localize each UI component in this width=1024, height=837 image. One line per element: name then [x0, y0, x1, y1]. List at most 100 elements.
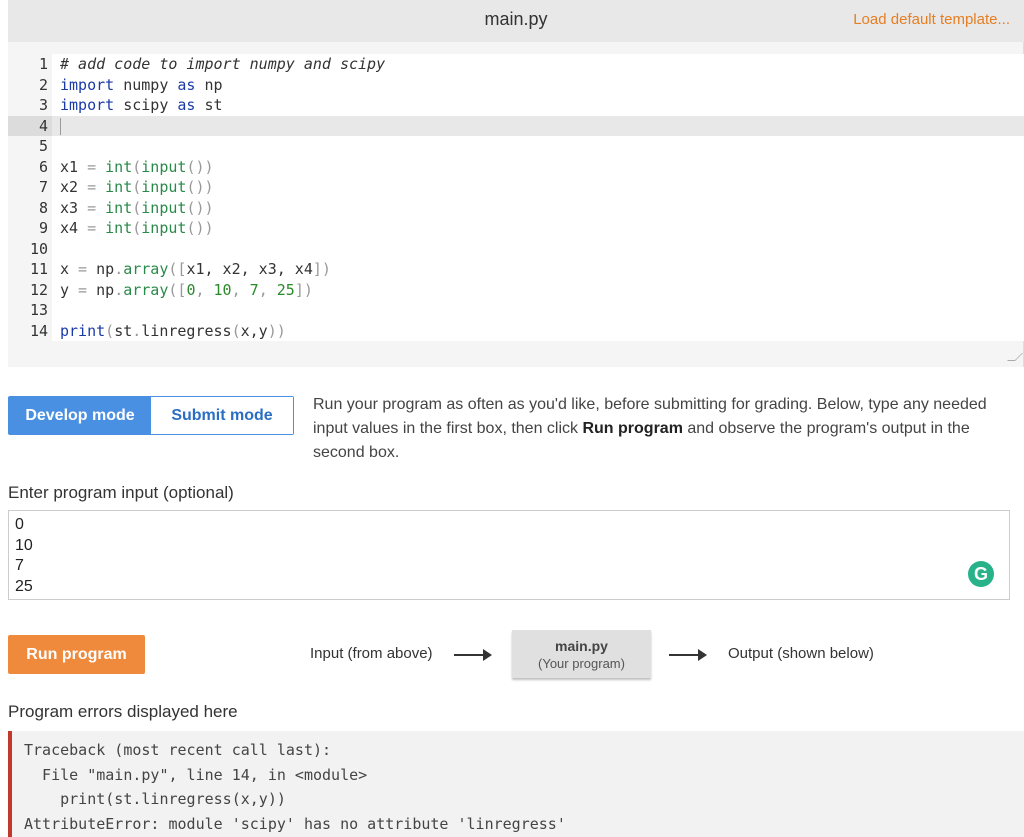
error-line: File "main.py", line 14, in <module>	[24, 765, 368, 784]
code-line[interactable]: 3 import scipy as st	[8, 95, 1024, 116]
keyword: import	[60, 75, 115, 94]
code-editor[interactable]: 1 # add code to import numpy and scipy 2i…	[8, 42, 1024, 367]
code-line[interactable]: 12 y = np.array([0, 10, 7, 25])	[8, 279, 1024, 300]
resize-handle-icon[interactable]	[1007, 353, 1023, 361]
arrow-right-icon	[454, 649, 492, 661]
code-comment: # add code to import numpy and scipy	[60, 55, 386, 73]
keyword: as	[177, 75, 196, 94]
module-ref: np	[96, 260, 115, 278]
operator: =	[69, 280, 97, 299]
code-line[interactable]: 6 x1 = int(input())	[8, 156, 1024, 177]
builtin: input	[141, 157, 187, 176]
mode-toggle: Develop mode Submit mode	[8, 396, 294, 435]
arrow-right-icon	[669, 649, 707, 661]
module-name: numpy	[114, 75, 178, 94]
function-name: array	[123, 260, 169, 278]
builtin: input	[141, 198, 187, 217]
line-number: 3	[8, 95, 52, 116]
method-name: linregress	[141, 321, 232, 340]
error-line: AttributeError: module 'scipy' has no at…	[24, 814, 566, 833]
code-line[interactable]: 7 x2 = int(input())	[8, 177, 1024, 198]
submit-mode-button[interactable]: Submit mode	[151, 397, 293, 434]
flow-input-label: Input (from above)	[310, 645, 433, 662]
code-line[interactable]: 10	[8, 238, 1024, 259]
operator: =	[78, 219, 106, 237]
builtin: int	[105, 219, 133, 237]
input-label: Enter program input (optional)	[8, 483, 234, 502]
line-number: 1	[8, 54, 52, 75]
code-line[interactable]: 5	[8, 136, 1024, 157]
line-number: 10	[8, 238, 52, 259]
text-cursor	[60, 117, 61, 135]
builtin: input	[141, 178, 187, 196]
line-number: 9	[8, 218, 52, 239]
variable: y	[60, 280, 70, 299]
line-number: 11	[8, 259, 52, 280]
line-number: 2	[8, 74, 52, 95]
line-number: 8	[8, 197, 52, 218]
develop-mode-button[interactable]: Develop mode	[9, 397, 151, 434]
error-line: Traceback (most recent call last):	[24, 741, 332, 759]
line-number: 6	[8, 156, 52, 177]
alias: st	[195, 96, 223, 114]
flow-output-label: Output (shown below)	[728, 645, 874, 662]
line-number: 7	[8, 177, 52, 198]
number-literal: 7	[249, 280, 259, 299]
builtin: int	[105, 157, 133, 176]
line-number: 13	[8, 300, 52, 321]
variable: x	[60, 260, 70, 278]
code-line-active[interactable]: 4	[8, 115, 1024, 136]
number-literal: 25	[276, 280, 295, 299]
operator: =	[78, 178, 106, 196]
variable: x1	[60, 157, 79, 176]
line-number: 4	[8, 115, 52, 136]
code-area[interactable]: 1 # add code to import numpy and scipy 2i…	[8, 54, 1024, 341]
variable: x4	[60, 219, 79, 237]
input-line: 7	[15, 557, 24, 574]
variable: x3	[60, 198, 79, 217]
load-default-template-link[interactable]: Load default template...	[853, 11, 1010, 28]
program-box: main.py (Your program)	[512, 630, 651, 678]
code-line[interactable]: 13	[8, 300, 1024, 321]
code-line[interactable]: 2 import numpy as np	[8, 74, 1024, 95]
operator: =	[78, 157, 106, 176]
program-subtitle: (Your program)	[538, 656, 625, 671]
operator: =	[69, 260, 97, 278]
keyword: as	[177, 96, 196, 114]
editor-header: main.py Load default template...	[8, 0, 1024, 42]
variable: x2	[60, 178, 79, 196]
arguments: x1, x2, x3, x4	[186, 260, 313, 278]
builtin: print	[60, 321, 106, 340]
input-line: 0	[15, 516, 24, 533]
code-line[interactable]: 8 x3 = int(input())	[8, 197, 1024, 218]
errors-output: Traceback (most recent call last): File …	[8, 731, 1024, 837]
builtin: int	[105, 178, 133, 196]
number-literal: 10	[213, 280, 232, 299]
alias: np	[195, 75, 223, 94]
operator: =	[78, 198, 106, 217]
builtin: input	[141, 219, 187, 237]
program-name: main.py	[555, 638, 608, 654]
builtin: int	[105, 198, 133, 217]
grammarly-icon[interactable]: G	[968, 561, 994, 587]
run-program-button[interactable]: Run program	[8, 635, 145, 674]
arguments: x,y	[240, 321, 268, 340]
line-number: 12	[8, 279, 52, 300]
module-ref: np	[96, 280, 115, 299]
module-ref: st	[114, 321, 133, 340]
instructions-text: Run your program as often as you'd like,…	[313, 393, 1023, 465]
instructions-bold: Run program	[582, 420, 683, 437]
line-number: 5	[8, 136, 52, 157]
code-line[interactable]: 11 x = np.array([x1, x2, x3, x4])	[8, 259, 1024, 280]
keyword: import	[60, 96, 115, 114]
line-number: 14	[8, 320, 52, 341]
program-input-textarea[interactable]: 0 10 7 25	[8, 510, 1010, 600]
function-name: array	[123, 280, 169, 299]
errors-label: Program errors displayed here	[8, 702, 238, 721]
input-line: 25	[15, 577, 33, 595]
input-line: 10	[15, 536, 33, 554]
code-line[interactable]: 9 x4 = int(input())	[8, 218, 1024, 239]
error-line: print(st.linregress(x,y))	[24, 790, 286, 808]
code-line[interactable]: 14 print(st.linregress(x,y))	[8, 320, 1024, 341]
code-line[interactable]: 1 # add code to import numpy and scipy	[8, 54, 1024, 75]
